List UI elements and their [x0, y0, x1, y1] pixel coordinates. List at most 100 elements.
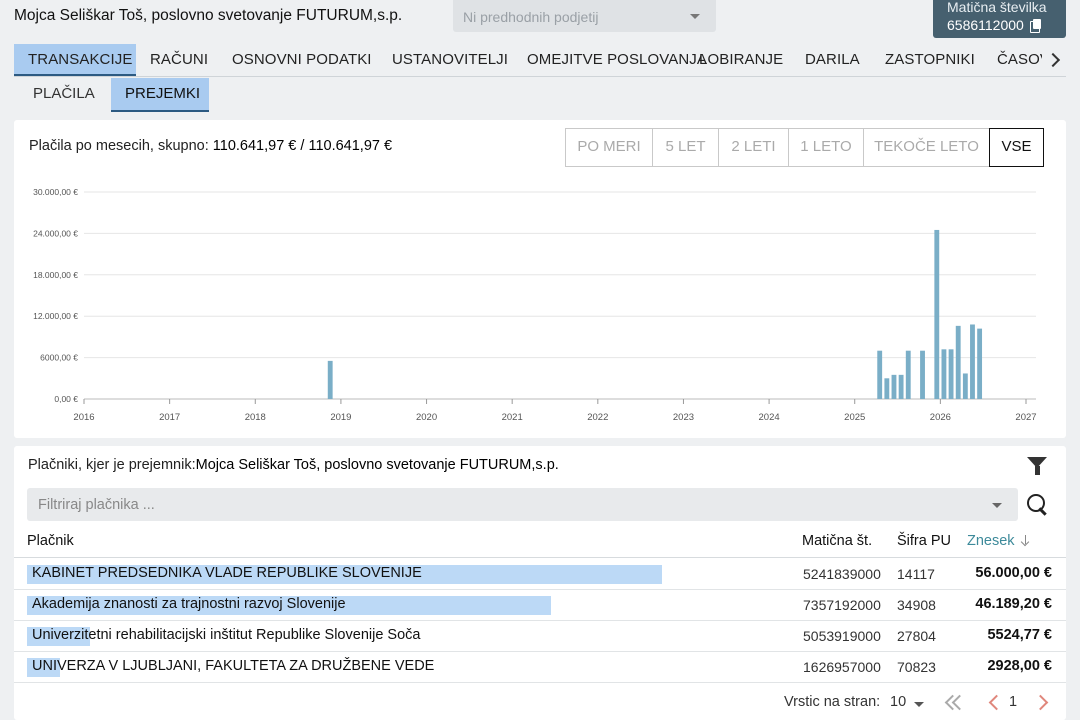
- search-icon[interactable]: [1026, 493, 1050, 517]
- header-bar: Mojca Seliškar Toš, poslovno svetovanje …: [0, 0, 1080, 42]
- company-title: Mojca Seliškar Toš, poslovno svetovanje …: [14, 7, 403, 24]
- range-5-let-button[interactable]: 5 LET: [652, 128, 719, 167]
- x-tick-label: 2018: [245, 412, 266, 423]
- rows-per-page-label: Vrstic na stran:: [784, 694, 881, 710]
- chart-bar: [920, 350, 925, 399]
- current-page: 1: [1009, 694, 1018, 710]
- payer-maticna: 7357192000: [803, 597, 881, 613]
- first-page-icon[interactable]: [944, 694, 964, 710]
- payer-name: UNIVERZA V LJUBLJANI, FAKULTETA ZA DRUŽB…: [32, 658, 435, 674]
- payer-filter-input[interactable]: [27, 488, 1018, 521]
- range-buttons: PO MERI 5 LET 2 LETI 1 LETO TEKOČE LETO …: [565, 128, 1044, 167]
- x-tick-label: 2016: [73, 412, 94, 423]
- filter-icon[interactable]: [1027, 457, 1048, 475]
- table-row[interactable]: Univerzitetni rehabilitacijski inštitut …: [14, 621, 1066, 652]
- chevron-down-icon[interactable]: [914, 702, 924, 707]
- payer-amount: 2928,00 €: [987, 658, 1052, 674]
- y-tick-label: 6000,00 €: [40, 353, 78, 363]
- payers-card: Plačniki, kjer je prejemnik:Mojca Selišk…: [14, 446, 1066, 720]
- x-tick-label: 2027: [1015, 412, 1036, 423]
- prev-page-icon[interactable]: [988, 694, 1000, 710]
- chevron-down-icon: [690, 14, 700, 19]
- tab-osnovni-podatki[interactable]: OSNOVNI PODATKI: [218, 44, 386, 76]
- payer-maticna: 1626957000: [803, 659, 881, 675]
- registration-number-box: Matična številka 6586112000: [933, 0, 1066, 38]
- x-tick-label: 2023: [673, 412, 694, 423]
- col-znesek[interactable]: Znesek: [967, 533, 1031, 549]
- chart-bar: [955, 325, 961, 399]
- chart-bar: [905, 350, 911, 399]
- registration-label: Matična številka: [947, 0, 1047, 15]
- x-tick-label: 2020: [416, 412, 437, 423]
- table-row[interactable]: KABINET PREDSEDNIKA VLADE REPUBLIKE SLOV…: [14, 559, 1066, 590]
- main-tabs: TRANSAKCIJE RAČUNI OSNOVNI PODATKI USTAN…: [14, 44, 1066, 77]
- next-page-icon[interactable]: [1035, 694, 1047, 710]
- rows-per-page-value[interactable]: 10: [890, 694, 906, 710]
- x-tick-label: 2019: [330, 412, 351, 423]
- summary-label: Plačila po mesecih, skupno:: [29, 138, 209, 154]
- payer-amount: 5524,77 €: [987, 627, 1052, 643]
- payer-name: KABINET PREDSEDNIKA VLADE REPUBLIKE SLOV…: [32, 565, 422, 581]
- range-2-leti-button[interactable]: 2 LETI: [718, 128, 789, 167]
- x-tick-label: 2017: [159, 412, 180, 423]
- table-row[interactable]: UNIVERZA V LJUBLJANI, FAKULTETA ZA DRUŽB…: [14, 652, 1066, 683]
- chart-bar: [898, 374, 904, 399]
- tab-lobiranje[interactable]: LOBIRANJE: [685, 44, 797, 76]
- registration-number: 6586112000: [947, 17, 1024, 33]
- predecessor-select[interactable]: Ni predhodnih podjetij: [453, 0, 716, 32]
- payers-caption: Plačniki, kjer je prejemnik:Mojca Selišk…: [28, 457, 559, 473]
- payer-sifra-pu: 27804: [897, 628, 936, 644]
- chart-bar: [877, 350, 883, 399]
- tab-ustanovitelji[interactable]: USTANOVITELJI: [378, 44, 522, 76]
- payers-caption-label: Plačniki, kjer je prejemnik:: [28, 457, 196, 473]
- payer-amount: 56.000,00 €: [975, 565, 1052, 581]
- y-tick-label: 0,00 €: [54, 394, 78, 404]
- subtab-placila[interactable]: PLAČILA: [19, 78, 109, 112]
- tab-transakcije[interactable]: TRANSAKCIJE: [14, 44, 136, 76]
- chart-bar: [977, 328, 983, 399]
- col-znesek-label: Znesek: [967, 533, 1015, 549]
- payer-name: Akademija znanosti za trajnostni razvoj …: [32, 596, 346, 612]
- chart-bar: [327, 360, 333, 399]
- x-tick-label: 2024: [759, 412, 780, 423]
- chevron-right-icon[interactable]: [1042, 44, 1066, 76]
- y-tick-label: 24.000,00 €: [33, 228, 78, 238]
- chart-card: Plačila po mesecih, skupno: 110.641,97 €…: [14, 120, 1066, 438]
- copy-icon[interactable]: [1029, 19, 1041, 33]
- summary-value: 110.641,97 € / 110.641,97 €: [212, 138, 393, 154]
- col-maticna[interactable]: Matična št.: [802, 533, 872, 549]
- chart-bar: [891, 374, 897, 399]
- payer-sifra-pu: 70823: [897, 659, 936, 675]
- tab-racuni[interactable]: RAČUNI: [136, 44, 222, 76]
- subtab-prejemki[interactable]: PREJEMKI: [111, 78, 209, 112]
- y-tick-label: 18.000,00 €: [33, 270, 78, 280]
- y-tick-label: 30.000,00 €: [33, 187, 78, 197]
- chart-summary: Plačila po mesecih, skupno: 110.641,97 €…: [29, 138, 392, 154]
- range-po-meri-button[interactable]: PO MERI: [565, 128, 653, 167]
- tab-darila[interactable]: DARILA: [791, 44, 874, 76]
- x-tick-label: 2021: [502, 412, 523, 423]
- predecessor-placeholder: Ni predhodnih podjetij: [463, 9, 599, 25]
- range-1-leto-button[interactable]: 1 LETO: [788, 128, 864, 167]
- payer-maticna: 5241839000: [803, 566, 881, 582]
- x-tick-label: 2026: [930, 412, 951, 423]
- table-row[interactable]: Akademija znanosti za trajnostni razvoj …: [14, 590, 1066, 621]
- payer-sifra-pu: 14117: [897, 566, 935, 582]
- payer-name: Univerzitetni rehabilitacijski inštitut …: [32, 627, 421, 643]
- payer-maticna: 5053919000: [803, 628, 881, 644]
- col-sifra-pu[interactable]: Šifra PU: [897, 533, 951, 549]
- range-vse-button[interactable]: VSE: [989, 128, 1044, 167]
- table-header: Plačnik Matična št. Šifra PU Znesek: [14, 528, 1066, 558]
- monthly-payments-chart: 0,00 € 6000,00 € 12.000,00 € 18.000,00 € 24.…: [33, 187, 1036, 423]
- sort-down-icon[interactable]: [1021, 535, 1031, 546]
- col-placnik[interactable]: Plačnik: [27, 533, 74, 549]
- chart-bar: [948, 349, 954, 399]
- chart-bar: [934, 229, 940, 399]
- chart-bar: [962, 373, 968, 399]
- chart-bar: [970, 324, 975, 399]
- tab-zastopniki[interactable]: ZASTOPNIKI: [871, 44, 989, 76]
- chevron-down-icon[interactable]: [992, 503, 1002, 508]
- y-tick-label: 12.000,00 €: [33, 311, 78, 321]
- range-tekoce-leto-button[interactable]: TEKOČE LETO: [863, 128, 990, 167]
- payer-sifra-pu: 34908: [897, 597, 936, 613]
